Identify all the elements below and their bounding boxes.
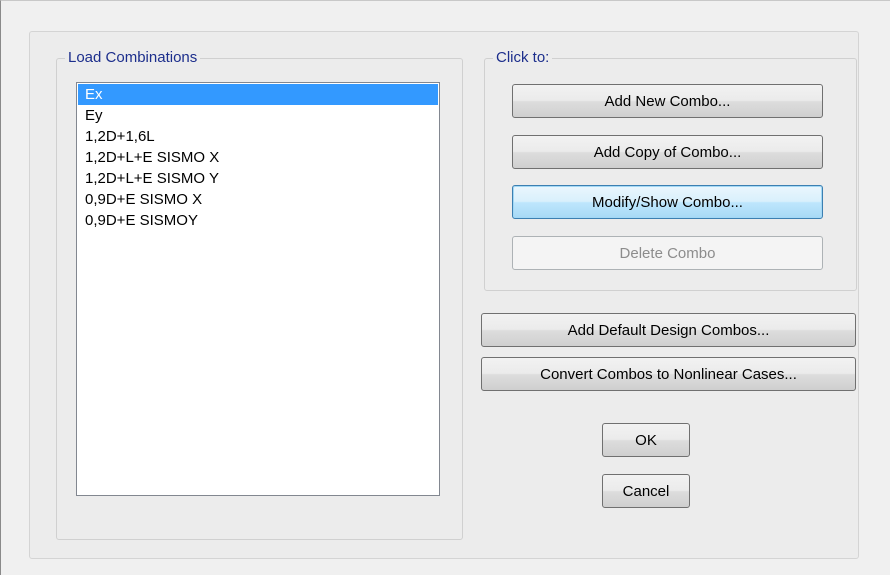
list-item-1-2d-1-6l[interactable]: 1,2D+1,6L bbox=[78, 126, 438, 147]
convert-combos-to-nonlinear-button[interactable]: Convert Combos to Nonlinear Cases... bbox=[481, 357, 856, 391]
add-copy-of-combo-button[interactable]: Add Copy of Combo... bbox=[512, 135, 823, 169]
list-item-1-2d-l-e-sismo-x[interactable]: 1,2D+L+E SISMO X bbox=[78, 147, 438, 168]
click-to-title: Click to: bbox=[493, 49, 553, 67]
load-combinations-dialog: Load Combinations Ex Ey 1,2D+1,6L 1,2D+L… bbox=[0, 0, 890, 575]
add-default-design-combos-button[interactable]: Add Default Design Combos... bbox=[481, 313, 856, 347]
cancel-button[interactable]: Cancel bbox=[602, 474, 690, 508]
modify-show-combo-button[interactable]: Modify/Show Combo... bbox=[512, 185, 823, 219]
add-new-combo-button[interactable]: Add New Combo... bbox=[512, 84, 823, 118]
list-item-0-9d-e-sismoy[interactable]: 0,9D+E SISMOY bbox=[78, 210, 438, 231]
list-item-ex[interactable]: Ex bbox=[78, 84, 438, 105]
delete-combo-button[interactable]: Delete Combo bbox=[512, 236, 823, 270]
list-item-ey[interactable]: Ey bbox=[78, 105, 438, 126]
load-combinations-title: Load Combinations bbox=[65, 49, 201, 67]
list-item-0-9d-e-sismo-x[interactable]: 0,9D+E SISMO X bbox=[78, 189, 438, 210]
ok-button[interactable]: OK bbox=[602, 423, 690, 457]
list-item-1-2d-l-e-sismo-y[interactable]: 1,2D+L+E SISMO Y bbox=[78, 168, 438, 189]
load-combinations-list[interactable]: Ex Ey 1,2D+1,6L 1,2D+L+E SISMO X 1,2D+L+… bbox=[76, 82, 440, 496]
